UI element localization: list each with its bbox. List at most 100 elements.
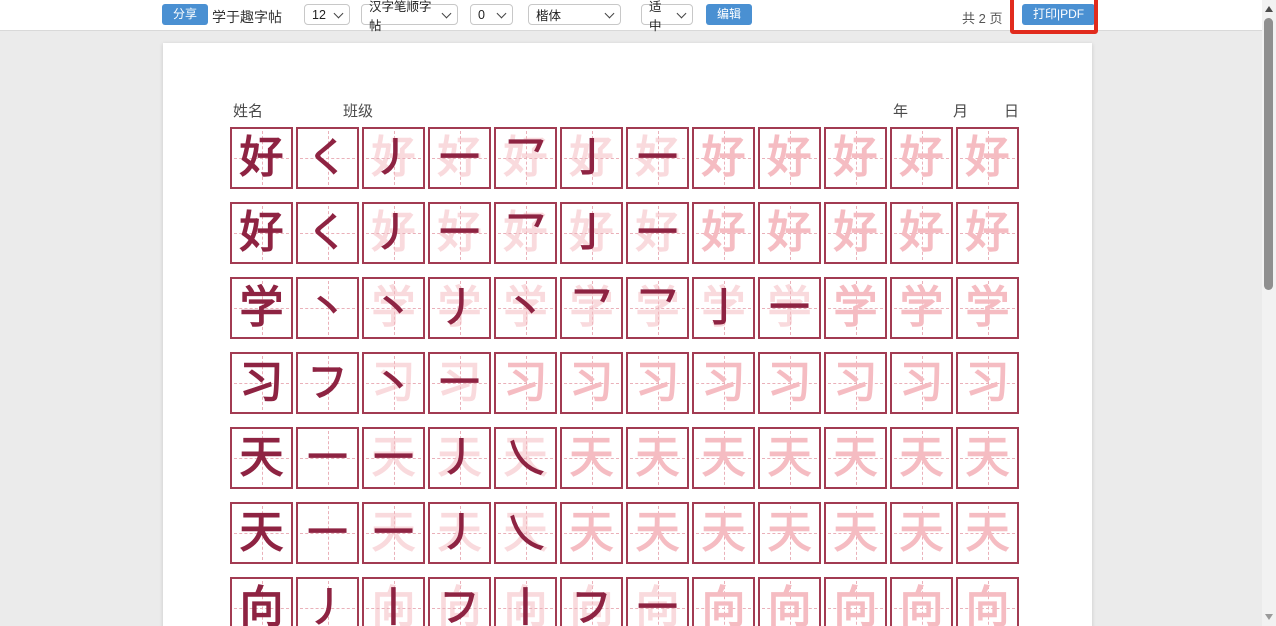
practice-char-trace: 好 bbox=[900, 211, 944, 255]
practice-char: 天 bbox=[240, 511, 284, 555]
practice-cell: 好丿 bbox=[362, 127, 425, 189]
practice-row: 向丿向丨向フ向丨向フ向一向向向向向 bbox=[230, 577, 1019, 626]
practice-cell: 学丶 bbox=[362, 277, 425, 339]
practice-char-trace: 习 bbox=[834, 361, 878, 405]
edit-button[interactable]: 编辑 bbox=[706, 4, 752, 25]
practice-cell: 好 bbox=[956, 127, 1019, 189]
stroke-glyph: 乛 bbox=[638, 288, 678, 328]
practice-char: 习 bbox=[240, 361, 284, 405]
practice-char-trace: 天 bbox=[900, 511, 944, 555]
practice-cell: 学 bbox=[230, 277, 293, 339]
worksheet-page: 姓名 班级 年 月 日 好く好丿好一好乛好亅好一好好好好好好く好丿好一好乛好亅好… bbox=[163, 43, 1092, 626]
practice-char-trace: 习 bbox=[966, 361, 1010, 405]
practice-cell: 习 bbox=[626, 352, 689, 414]
practice-cell: 向一 bbox=[626, 577, 689, 626]
practice-char: 向 bbox=[240, 586, 284, 626]
practice-char-trace: 天 bbox=[768, 511, 812, 555]
share-button[interactable]: 分享 bbox=[162, 4, 208, 25]
practice-cell: 习一 bbox=[428, 352, 491, 414]
name-label: 姓名 bbox=[233, 100, 263, 121]
practice-cell: 学一 bbox=[758, 277, 821, 339]
practice-cell: 好 bbox=[758, 127, 821, 189]
stroke-glyph: 一 bbox=[770, 288, 810, 328]
stroke-glyph: フ bbox=[572, 588, 612, 626]
practice-cell: 天 bbox=[230, 427, 293, 489]
practice-char-trace: 天 bbox=[570, 436, 614, 480]
stroke-glyph: 丿 bbox=[440, 288, 480, 328]
practice-cell: 天 bbox=[758, 427, 821, 489]
practice-char: 好 bbox=[240, 136, 284, 180]
stroke-glyph: 一 bbox=[374, 513, 414, 553]
stroke-glyph: く bbox=[308, 138, 348, 178]
print-pdf-button[interactable]: 打印|PDF bbox=[1022, 4, 1095, 25]
practice-char-trace: 天 bbox=[702, 511, 746, 555]
practice-cell: 好亅 bbox=[560, 127, 623, 189]
practice-char-trace: 向 bbox=[702, 586, 746, 626]
practice-cell: 好丿 bbox=[362, 202, 425, 264]
stroke-glyph: 丿 bbox=[440, 513, 480, 553]
stroke-glyph: 一 bbox=[440, 363, 480, 403]
stroke-glyph: 乛 bbox=[572, 288, 612, 328]
practice-char-trace: 天 bbox=[636, 511, 680, 555]
stroke-glyph: 乛 bbox=[506, 138, 546, 178]
chevron-down-icon bbox=[605, 8, 615, 18]
practice-cell: 好 bbox=[230, 202, 293, 264]
practice-cell: 向丨 bbox=[494, 577, 557, 626]
practice-row: 天一天一天丿天乀天天天天天天天 bbox=[230, 502, 1019, 564]
practice-cell: 天 bbox=[956, 427, 1019, 489]
font-family-select[interactable]: 楷体 bbox=[528, 4, 621, 25]
scrollbar-thumb[interactable] bbox=[1264, 18, 1273, 290]
practice-cell: 学 bbox=[956, 277, 1019, 339]
template-select[interactable]: 汉字笔顺字帖 bbox=[361, 4, 458, 25]
stroke-glyph: 乀 bbox=[506, 513, 546, 553]
practice-cell: く bbox=[296, 127, 359, 189]
practice-cell: 天 bbox=[230, 502, 293, 564]
stroke-glyph: 一 bbox=[638, 588, 678, 626]
practice-cell: 学丶 bbox=[494, 277, 557, 339]
stroke-glyph: 一 bbox=[638, 138, 678, 178]
practice-char-trace: 学 bbox=[834, 286, 878, 330]
practice-cell: 天 bbox=[890, 502, 953, 564]
practice-char-trace: 习 bbox=[702, 361, 746, 405]
stroke-glyph: 亅 bbox=[572, 213, 612, 253]
toolbar: 分享 学于趣字帖 12 汉字笔顺字帖 0 楷体 适中 编辑 共 2 页 打印|P… bbox=[0, 0, 1276, 31]
stroke-glyph: 丿 bbox=[374, 138, 414, 178]
practice-char-trace: 好 bbox=[966, 211, 1010, 255]
practice-cell: 好 bbox=[956, 202, 1019, 264]
practice-cell: 习 bbox=[824, 352, 887, 414]
practice-cell: 天乀 bbox=[494, 427, 557, 489]
scroll-down-icon[interactable] bbox=[1265, 614, 1273, 620]
practice-cell: 好 bbox=[824, 202, 887, 264]
font-size-select[interactable]: 12 bbox=[304, 4, 350, 25]
practice-cell: 天 bbox=[626, 427, 689, 489]
practice-cell: 好 bbox=[824, 127, 887, 189]
practice-cell: 好 bbox=[890, 127, 953, 189]
practice-cell: 向 bbox=[758, 577, 821, 626]
start-index-select[interactable]: 0 bbox=[470, 4, 513, 25]
density-select[interactable]: 适中 bbox=[641, 4, 693, 25]
practice-cell: 天 bbox=[824, 502, 887, 564]
month-label: 月 bbox=[953, 100, 968, 121]
practice-cell: 一 bbox=[296, 502, 359, 564]
practice-cell: く bbox=[296, 202, 359, 264]
practice-cell: 好一 bbox=[428, 127, 491, 189]
start-index-value: 0 bbox=[478, 8, 485, 22]
stroke-glyph: 一 bbox=[440, 213, 480, 253]
scroll-up-icon[interactable] bbox=[1265, 6, 1273, 12]
practice-cell: 天 bbox=[560, 427, 623, 489]
practice-char-trace: 向 bbox=[900, 586, 944, 626]
practice-cell: 好 bbox=[890, 202, 953, 264]
stroke-glyph: 丨 bbox=[506, 588, 546, 626]
practice-cell: 习 bbox=[692, 352, 755, 414]
stroke-glyph: く bbox=[308, 213, 348, 253]
stroke-glyph: 丶 bbox=[506, 288, 546, 328]
site-title: 学于趣字帖 bbox=[212, 7, 282, 27]
practice-cell: 一 bbox=[296, 427, 359, 489]
practice-grid: 好く好丿好一好乛好亅好一好好好好好好く好丿好一好乛好亅好一好好好好好学丶学丶学丿… bbox=[230, 127, 1019, 626]
practice-cell: 丶 bbox=[296, 277, 359, 339]
practice-cell: 天乀 bbox=[494, 502, 557, 564]
practice-cell: 天一 bbox=[362, 427, 425, 489]
practice-cell: 好乛 bbox=[494, 202, 557, 264]
practice-cell: 学丿 bbox=[428, 277, 491, 339]
vertical-scrollbar[interactable] bbox=[1262, 0, 1276, 626]
